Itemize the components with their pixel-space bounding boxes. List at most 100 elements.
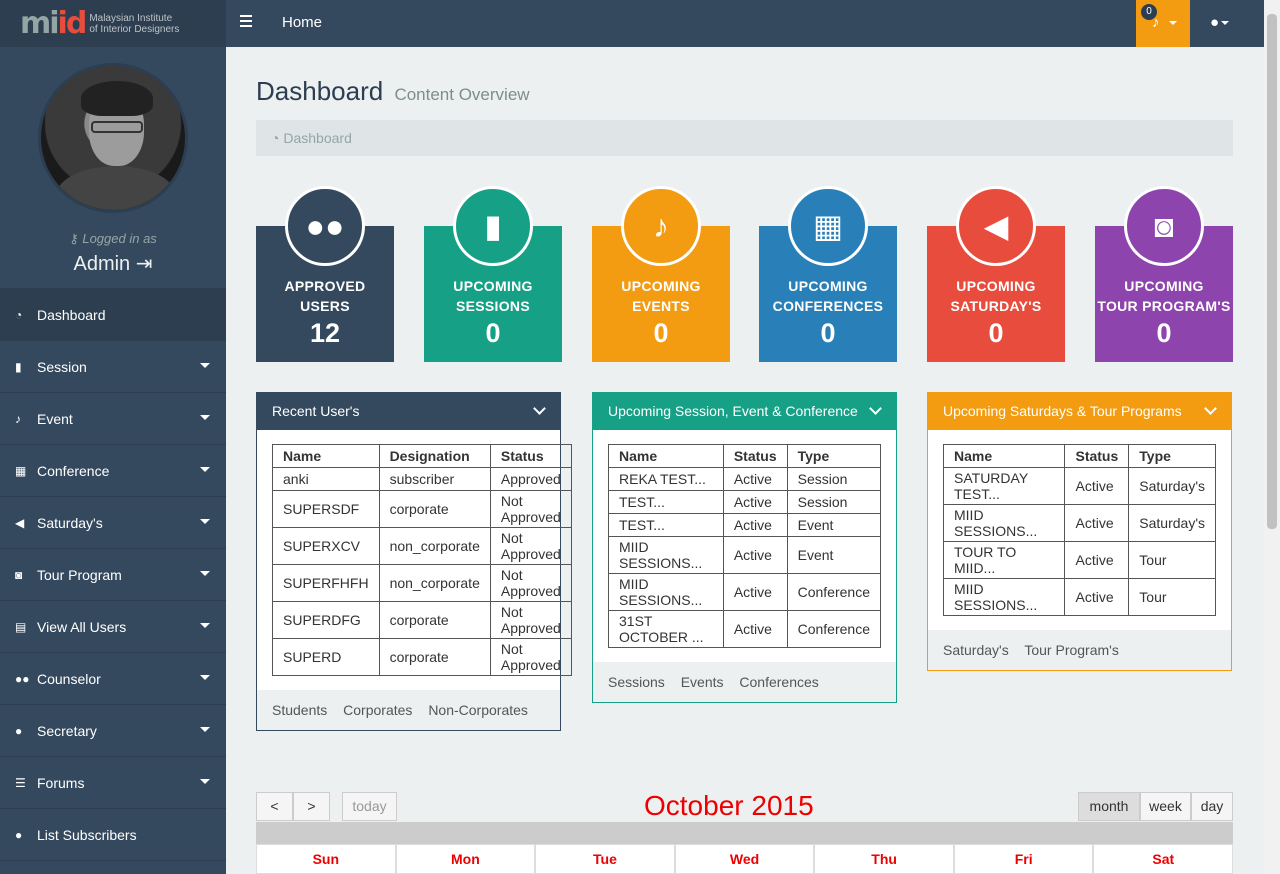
sidebar-item-list-subscribers[interactable]: ● List Subscribers — [0, 809, 226, 861]
day-header: Sun — [256, 844, 396, 874]
sidebar-nav: ◔ Dashboard ▮ Session ♪ Event ▦ Conference ◀… — [0, 289, 226, 861]
brand-logo[interactable]: miid Malaysian Institute of Interior Desi… — [0, 0, 226, 47]
link-corporates[interactable]: Corporates — [343, 702, 412, 718]
tile-upcoming-events[interactable]: ♪ UPCOMING EVENTS 0 — [592, 186, 730, 362]
day-header: Thu — [814, 844, 954, 874]
tile-value: 0 — [1156, 318, 1172, 348]
panel-title: Recent User's — [272, 403, 360, 419]
day-header: Wed — [674, 844, 815, 874]
bell-icon: ♪ — [1152, 14, 1160, 31]
breadcrumb-dashboard[interactable]: Dashboard — [283, 130, 352, 146]
calendar-week-button[interactable]: week — [1140, 792, 1191, 821]
sidebar-item-secretary[interactable]: ● Secretary — [0, 705, 226, 757]
home-link[interactable]: Home — [282, 14, 322, 31]
bookmark-icon: ▮ — [15, 359, 22, 374]
link-events[interactable]: Events — [681, 674, 724, 690]
users-icon: ●● — [15, 671, 30, 686]
menu-toggle-icon[interactable] — [240, 15, 252, 27]
recent-users-table: Name Designation Status anki subscriber Ap… — [272, 444, 572, 676]
link-saturdays[interactable]: Saturday's — [943, 642, 1009, 658]
list-icon: ☰ — [15, 775, 26, 790]
calendar-header-strip — [256, 822, 1233, 844]
panel-title: Upcoming Saturdays & Tour Programs — [943, 403, 1182, 419]
sidebar-item-dashboard[interactable]: ◔ Dashboard — [0, 289, 226, 341]
tile-upcoming-tour-programs[interactable]: ◙ UPCOMING TOUR PROGRAM'S 0 — [1095, 186, 1233, 362]
caret-down-icon — [200, 623, 210, 628]
calendar-day-button[interactable]: day — [1191, 792, 1233, 821]
caret-down-icon — [1169, 21, 1177, 25]
table-row: anki subscriber Approved — [272, 467, 572, 491]
table-row: MIID SESSIONS... Active Saturday's — [942, 504, 1216, 542]
user-icon: ● — [1210, 14, 1220, 31]
avatar — [38, 63, 188, 213]
calendar-day-headers: Sun Mon Tue Wed Thu Fri Sat — [256, 844, 1234, 874]
top-bar: Home 0 ♪ ● — [226, 0, 1264, 47]
table-row: MIID SESSIONS... Active Tour — [942, 578, 1216, 616]
link-sessions[interactable]: Sessions — [608, 674, 665, 690]
sidebar-item-conference[interactable]: ▦ Conference — [0, 445, 226, 497]
sidebar-item-session[interactable]: ▮ Session — [0, 341, 226, 393]
calendar-month-button[interactable]: month — [1078, 792, 1140, 821]
user-menu-button[interactable]: ● — [1210, 14, 1230, 31]
caret-down-icon — [200, 675, 210, 680]
table-row: 31ST OCTOBER ... Active Conference — [608, 610, 882, 648]
sidebar-item-view-all-users[interactable]: ▤ View All Users — [0, 601, 226, 653]
dashboard-icon: ◔ — [15, 307, 23, 322]
camera-icon: ◙ — [15, 567, 23, 582]
link-students[interactable]: Students — [272, 702, 327, 718]
page-title: Dashboard Content Overview — [256, 76, 530, 106]
upcoming-saturdays-table: Name Status Type SATURDAY TEST... Active S… — [942, 444, 1216, 616]
page-scrollbar[interactable] — [1264, 0, 1280, 874]
users-icon: ●● — [285, 186, 365, 266]
recent-users-panel: Recent User's Name Designation Status an… — [256, 392, 572, 731]
tile-value: 0 — [485, 318, 501, 348]
table-row: MIID SESSIONS... Active Event — [608, 536, 882, 574]
tile-upcoming-saturdays[interactable]: ◀ UPCOMING SATURDAY'S 0 — [927, 186, 1065, 362]
tile-value: 0 — [988, 318, 1004, 348]
link-non-corporates[interactable]: Non-Corporates — [428, 702, 528, 718]
caret-down-icon — [200, 519, 210, 524]
key-icon: ⚷ — [69, 231, 79, 246]
tile-upcoming-conferences[interactable]: ▦ UPCOMING CONFERENCES 0 — [759, 186, 897, 362]
page-subtitle: Content Overview — [394, 85, 530, 104]
tile-value: 0 — [820, 318, 836, 348]
tile-value: 12 — [309, 318, 341, 348]
chevron-down-icon[interactable] — [533, 402, 546, 415]
caret-down-icon — [200, 363, 210, 368]
upcoming-sessions-panel: Upcoming Session, Event & Conference Nam… — [592, 392, 897, 703]
panel-title: Upcoming Session, Event & Conference — [608, 403, 858, 419]
tile-value: 0 — [653, 318, 669, 348]
building-icon: ▦ — [15, 463, 27, 478]
table-icon: ▤ — [15, 619, 27, 634]
caret-down-icon — [200, 779, 210, 784]
sidebar-item-saturdays[interactable]: ◀ Saturday's — [0, 497, 226, 549]
notifications-button[interactable]: 0 ♪ — [1136, 0, 1190, 47]
panel-footer: Saturday's Tour Program's — [928, 630, 1231, 670]
table-row: SUPERSDF corporate Not Approved — [272, 490, 572, 528]
sidebar-item-event[interactable]: ♪ Event — [0, 393, 226, 445]
table-row: SUPERD corporate Not Approved — [272, 638, 572, 676]
panel-footer: Sessions Events Conferences — [593, 662, 896, 702]
upcoming-sessions-table: Name Status Type REKA TEST... Active Sessi… — [608, 444, 882, 648]
sidebar-item-tour-program[interactable]: ◙ Tour Program — [0, 549, 226, 601]
table-row: SUPERXCV non_corporate Not Approved — [272, 527, 572, 565]
link-conferences[interactable]: Conferences — [739, 674, 818, 690]
table-row: MIID SESSIONS... Active Conference — [608, 573, 882, 611]
sign-out-icon[interactable]: ⇥ — [136, 253, 153, 275]
day-header: Fri — [953, 844, 1094, 874]
tile-approved-users[interactable]: ●● APPROVED USERS 12 — [256, 186, 394, 362]
calendar-prev-button[interactable]: < — [256, 792, 293, 821]
chevron-down-icon[interactable] — [869, 402, 882, 415]
link-tour-programs[interactable]: Tour Program's — [1024, 642, 1118, 658]
calendar-next-button[interactable]: > — [293, 792, 330, 821]
tile-upcoming-sessions[interactable]: ▮ UPCOMING SESSIONS 0 — [424, 186, 562, 362]
sidebar-item-counselor[interactable]: ●● Counselor — [0, 653, 226, 705]
caret-down-icon — [200, 571, 210, 576]
calendar-today-button[interactable]: today — [342, 792, 397, 821]
day-header: Tue — [535, 844, 675, 874]
caret-down-icon — [1221, 21, 1230, 26]
table-row: TEST... Active Event — [608, 513, 882, 537]
chevron-down-icon[interactable] — [1204, 402, 1217, 415]
scrollbar-thumb[interactable] — [1267, 14, 1277, 529]
sidebar-item-forums[interactable]: ☰ Forums — [0, 757, 226, 809]
